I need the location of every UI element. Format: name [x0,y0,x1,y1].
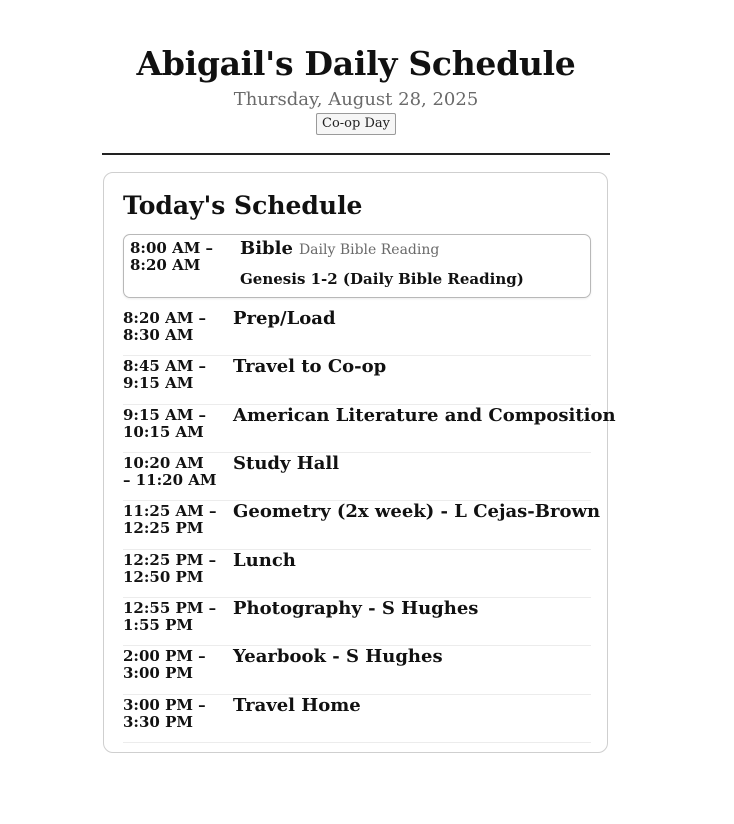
schedule-card: Today's Schedule 8:00 AM – 8:20 AM Bible… [103,172,616,753]
time-start: 9:15 AM – [123,406,207,424]
activity-name: Bible Daily Bible Reading [240,238,439,261]
schedule-item: 2:00 PM – 3:00 PM Yearbook - S Hughes [123,646,591,695]
schedule-list: 8:00 AM – 8:20 AM Bible Daily Bible Readi… [123,234,616,743]
schedule-item: 12:55 PM – 1:55 PM Photography - S Hughe… [123,598,591,646]
time-range: 11:25 AM – 12:25 PM [123,503,227,537]
schedule-item: 12:25 PM – 12:50 PM Lunch [123,550,591,598]
activity-name: Lunch [233,550,296,571]
time-end: 8:20 AM [130,256,201,274]
time-range: 12:25 PM – 12:50 PM [123,552,227,586]
activity-name: Study Hall [233,453,340,474]
activity-label: Bible [240,238,293,259]
time-end: 9:15 AM [123,374,194,392]
reading-assignment: Genesis 1-2 (Daily Bible Reading) [240,270,524,288]
time-range: 8:45 AM – 9:15 AM [123,358,227,392]
schedule-item: 10:20 AM – 11:20 AM Study Hall [123,453,591,501]
schedule-item: 8:20 AM – 8:30 AM Prep/Load [123,308,591,356]
activity-name: Travel Home [233,695,361,716]
time-start: 12:55 PM – [123,599,217,617]
page-title: Abigail's Daily Schedule [136,44,576,83]
schedule-item: 9:15 AM – 10:15 AM American Literature a… [123,405,616,453]
schedule-item: 3:00 PM – 3:30 PM Travel Home [123,695,591,743]
day-type-badge: Co-op Day [316,113,396,135]
time-end: 3:30 PM [123,713,193,731]
time-end: 3:00 PM [123,664,193,682]
time-end: 12:25 PM [123,519,204,537]
time-end: 10:15 AM [123,423,204,441]
schedule-date: Thursday, August 28, 2025 [233,89,479,110]
time-start: 8:00 AM – [130,239,214,257]
time-range: 8:00 AM – 8:20 AM [130,240,234,274]
time-end: – 11:20 AM [123,471,217,489]
schedule-heading: Today's Schedule [123,191,363,220]
time-start: 3:00 PM – [123,696,206,714]
activity-name: Geometry (2x week) - L Cejas-Brown [233,501,601,522]
time-start: 11:25 AM – [123,502,217,520]
activity-name: Travel to Co-op [233,356,387,377]
header-divider [102,153,610,155]
time-start: 12:25 PM – [123,551,217,569]
time-range: 9:15 AM – 10:15 AM [123,407,227,441]
time-start: 10:20 AM [123,454,204,472]
time-start: 8:45 AM – [123,357,207,375]
time-range: 3:00 PM – 3:30 PM [123,697,227,731]
activity-name: Photography - S Hughes [233,598,479,619]
schedule-item: 8:45 AM – 9:15 AM Travel to Co-op [123,356,591,405]
time-end: 8:30 AM [123,326,194,344]
time-end: 12:50 PM [123,568,204,586]
time-range: 8:20 AM – 8:30 AM [123,310,227,344]
time-range: 12:55 PM – 1:55 PM [123,600,227,634]
activity-note: Daily Bible Reading [298,242,440,258]
activity-name: Prep/Load [233,308,336,329]
current-schedule-item: 8:00 AM – 8:20 AM Bible Daily Bible Readi… [123,234,591,298]
activity-name: Yearbook - S Hughes [233,646,443,667]
schedule-item: 11:25 AM – 12:25 PM Geometry (2x week) -… [123,501,600,550]
time-end: 1:55 PM [123,616,193,634]
time-range: 2:00 PM – 3:00 PM [123,648,227,682]
activity-name: American Literature and Composition [233,405,616,426]
time-range: 10:20 AM – 11:20 AM [123,455,227,489]
page-header: Abigail's Daily Schedule Thursday, Augus… [102,40,610,135]
schedule-page: Abigail's Daily Schedule Thursday, Augus… [0,0,734,824]
time-start: 8:20 AM – [123,309,207,327]
time-start: 2:00 PM – [123,647,206,665]
